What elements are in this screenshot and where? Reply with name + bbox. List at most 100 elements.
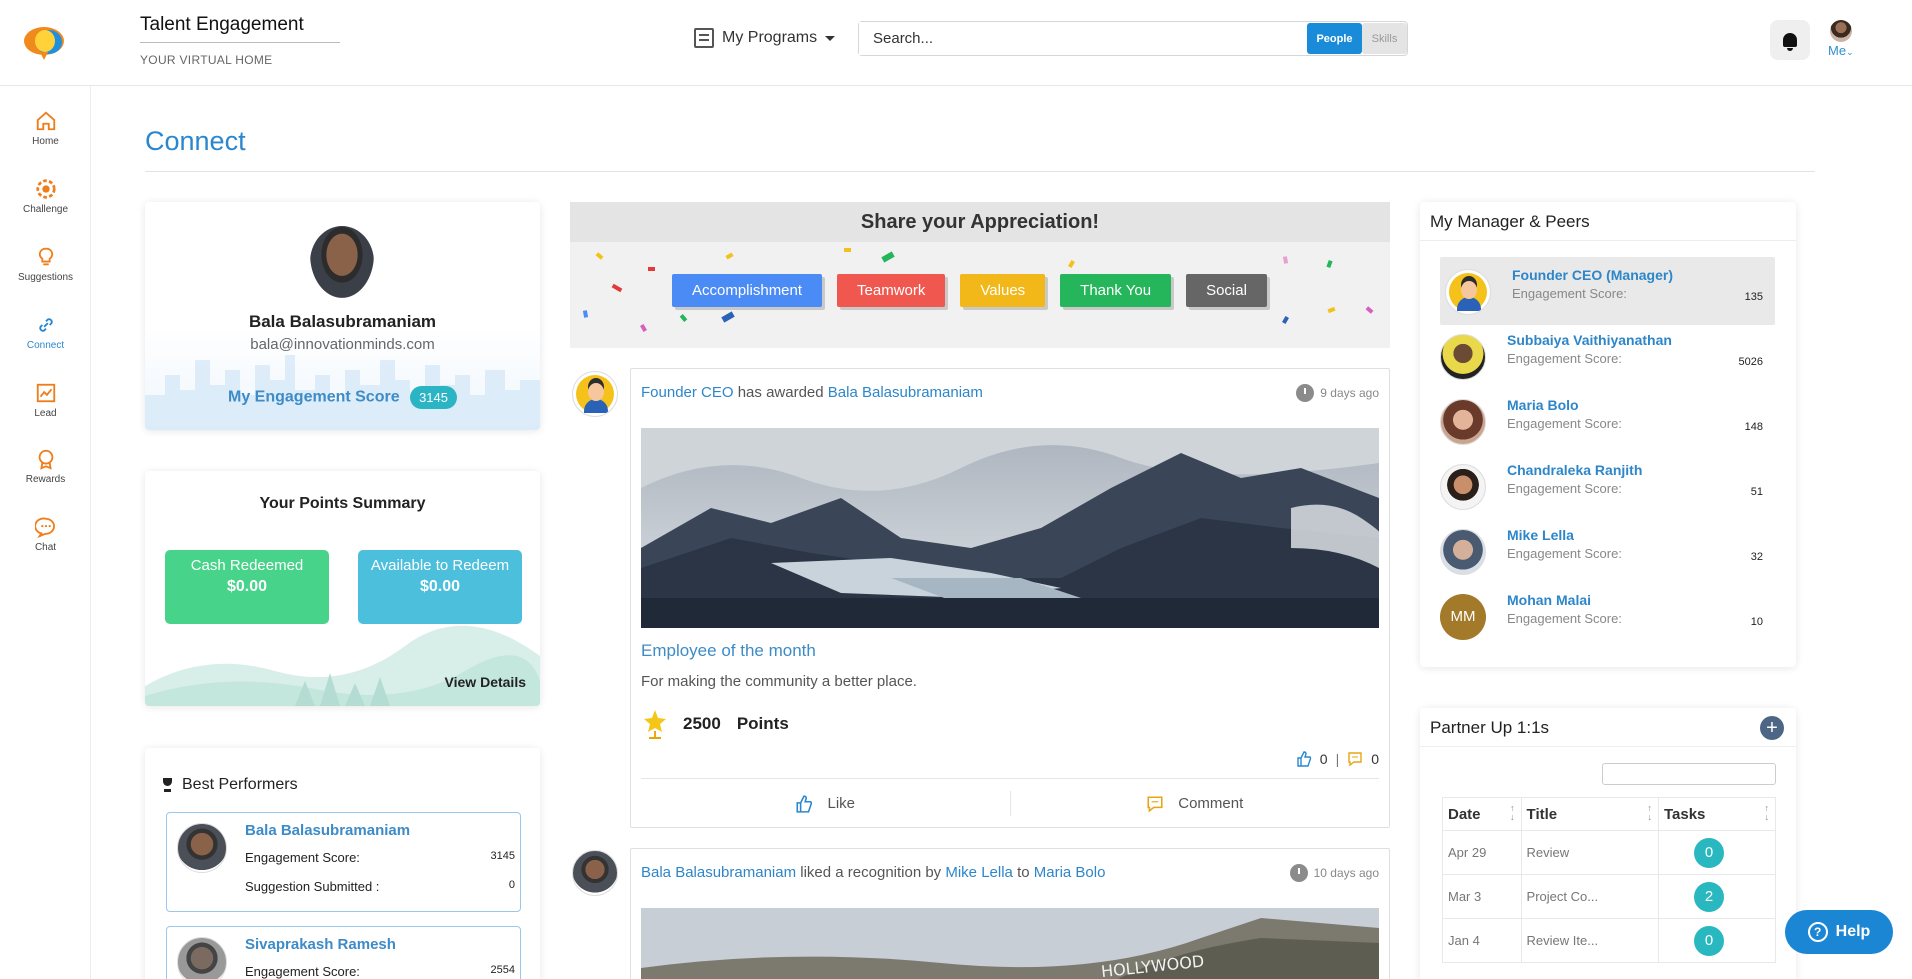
performer-score-row: Engagement Score: 3145 bbox=[245, 850, 515, 865]
profile-email: bala@innovationminds.com bbox=[250, 336, 435, 353]
post-actor-link[interactable]: Bala Balasubramaniam bbox=[641, 864, 796, 881]
search-input[interactable] bbox=[859, 22, 1299, 55]
peer-name[interactable]: Subbaiya Vaithiyanathan bbox=[1507, 332, 1672, 348]
people-toggle[interactable]: People bbox=[1307, 23, 1362, 54]
add-button[interactable]: + bbox=[1760, 716, 1784, 740]
post-image-mountain-glacier[interactable] bbox=[641, 428, 1379, 628]
column-header-tasks[interactable]: Tasks ↑ ↓ bbox=[1657, 797, 1777, 831]
help-label: Help bbox=[1835, 923, 1871, 940]
partner-filter-input[interactable] bbox=[1602, 763, 1776, 785]
performer-name[interactable]: Bala Balasubramaniam bbox=[245, 822, 410, 839]
thumbs-up-icon bbox=[796, 794, 813, 813]
post-by-link[interactable]: Mike Lella bbox=[945, 864, 1013, 881]
cash-redeemed-label: Cash Redeemed bbox=[190, 557, 304, 574]
post-timestamp: 9 days ago bbox=[1296, 384, 1379, 402]
like-button[interactable]: Like bbox=[641, 779, 1010, 828]
me-menu[interactable]: Me⌄ bbox=[1828, 20, 1854, 58]
table-row[interactable]: Mar 3 Project Co... 2 bbox=[1442, 874, 1777, 919]
peer-score: 148 bbox=[1744, 421, 1763, 433]
peer-item[interactable]: Chandraleka Ranjith Engagement Score: 51 bbox=[1440, 452, 1775, 520]
sidebar-item-connect[interactable]: Connect bbox=[0, 314, 91, 351]
sidebar-item-rewards[interactable]: Rewards bbox=[0, 448, 91, 485]
peer-item[interactable]: Founder CEO (Manager) Engagement Score: … bbox=[1440, 257, 1775, 325]
peer-item[interactable]: Maria Bolo Engagement Score: 148 bbox=[1440, 387, 1775, 455]
tasks-badge[interactable]: 2 bbox=[1693, 881, 1724, 912]
sidebar-item-label: Home bbox=[32, 136, 59, 147]
skills-toggle[interactable]: Skills bbox=[1362, 23, 1407, 54]
peer-item[interactable]: Mike Lella Engagement Score: 32 bbox=[1440, 517, 1775, 585]
share-appreciation-panel: Share your Appreciation! Accomplishment … bbox=[570, 202, 1390, 348]
column-header-date[interactable]: Date ↑ ↓ bbox=[1442, 797, 1522, 831]
sidebar-item-label: Chat bbox=[34, 542, 57, 553]
values-button[interactable]: Values bbox=[960, 274, 1046, 307]
avatar bbox=[1440, 334, 1486, 380]
engagement-score: My Engagement Score 3145 bbox=[145, 386, 540, 409]
search-bar: People Skills bbox=[858, 21, 1408, 56]
profile-avatar[interactable] bbox=[310, 226, 374, 298]
trophy-icon bbox=[161, 778, 174, 792]
sidebar-item-chat[interactable]: Chat bbox=[0, 516, 91, 553]
post-actor-link[interactable]: Founder CEO bbox=[641, 384, 734, 401]
bulb-icon bbox=[38, 247, 53, 266]
avatar bbox=[1440, 464, 1486, 510]
table-row[interactable]: Apr 29 Review 0 bbox=[1442, 830, 1777, 875]
confetti bbox=[1068, 259, 1075, 269]
thank-you-button[interactable]: Thank You bbox=[1060, 274, 1172, 307]
sidebar-item-label: Challenge bbox=[22, 204, 69, 215]
comment-icon bbox=[1348, 752, 1362, 767]
sidebar-item-home[interactable]: Home bbox=[0, 110, 91, 147]
available-to-redeem-box[interactable]: Available to Redeem $0.00 bbox=[358, 550, 522, 624]
post-target-link[interactable]: Bala Balasubramaniam bbox=[828, 384, 983, 401]
post-image-hollywood-hills[interactable]: HOLLYWOOD bbox=[641, 908, 1379, 979]
sidebar-item-label: Lead bbox=[34, 408, 57, 419]
peer-name[interactable]: Mohan Malai bbox=[1507, 592, 1591, 608]
confetti bbox=[1326, 260, 1333, 268]
accomplishment-button[interactable]: Accomplishment bbox=[672, 274, 823, 307]
teamwork-button[interactable]: Teamwork bbox=[837, 274, 946, 307]
sidebar-item-lead[interactable]: Lead bbox=[0, 382, 91, 419]
peer-name[interactable]: Founder CEO (Manager) bbox=[1512, 267, 1673, 283]
tasks-badge[interactable]: 0 bbox=[1693, 837, 1724, 868]
confetti bbox=[640, 323, 647, 333]
sidebar-item-challenge[interactable]: Challenge bbox=[0, 178, 91, 215]
post-time-text: 9 days ago bbox=[1320, 386, 1379, 400]
column-label: Title bbox=[1526, 805, 1558, 823]
help-button[interactable]: ? Help bbox=[1785, 910, 1893, 954]
avatar bbox=[177, 823, 227, 873]
performer-card[interactable]: Sivaprakash Ramesh Engagement Score: 255… bbox=[166, 926, 521, 979]
notifications-button[interactable] bbox=[1770, 20, 1810, 60]
hills-illustration bbox=[145, 625, 540, 706]
sidebar-item-suggestions[interactable]: Suggestions bbox=[0, 246, 91, 283]
table-row[interactable]: Jan 4 Review Ite... 0 bbox=[1442, 918, 1777, 963]
column-header-title[interactable]: Title ↑ ↓ bbox=[1520, 797, 1659, 831]
my-programs-dropdown[interactable]: My Programs bbox=[694, 28, 836, 48]
peer-name[interactable]: Maria Bolo bbox=[1507, 397, 1579, 413]
performer-name[interactable]: Sivaprakash Ramesh bbox=[245, 936, 396, 953]
peer-item[interactable]: Subbaiya Vaithiyanathan Engagement Score… bbox=[1440, 322, 1775, 390]
document-icon bbox=[694, 28, 714, 48]
confetti bbox=[648, 267, 655, 271]
post-actions: Like Comment bbox=[641, 778, 1379, 828]
peer-name[interactable]: Mike Lella bbox=[1507, 527, 1574, 543]
app-logo[interactable] bbox=[22, 22, 68, 62]
social-button[interactable]: Social bbox=[1186, 274, 1267, 307]
ceo-avatar-illustration bbox=[576, 375, 614, 413]
avatar[interactable] bbox=[572, 371, 618, 417]
post-header: Bala Balasubramaniam liked a recognition… bbox=[641, 864, 1105, 881]
post-target-link[interactable]: Maria Bolo bbox=[1034, 864, 1106, 881]
view-details-link[interactable]: View Details bbox=[445, 674, 526, 690]
confetti bbox=[611, 283, 623, 293]
tasks-badge[interactable]: 0 bbox=[1693, 925, 1724, 956]
engagement-score-label: Engagement Score: bbox=[245, 850, 360, 865]
ceo-avatar-illustration bbox=[1449, 273, 1487, 311]
cash-redeemed-box[interactable]: Cash Redeemed $0.00 bbox=[165, 550, 329, 624]
peer-name[interactable]: Chandraleka Ranjith bbox=[1507, 462, 1642, 478]
avatar[interactable] bbox=[572, 850, 618, 896]
divider bbox=[145, 171, 1815, 172]
comment-button[interactable]: Comment bbox=[1009, 791, 1380, 816]
feed-post: Founder CEO has awarded Bala Balasubrama… bbox=[630, 368, 1390, 828]
avatar bbox=[1445, 269, 1491, 315]
peer-item[interactable]: MM Mohan Malai Engagement Score: 10 bbox=[1440, 582, 1775, 650]
performer-card[interactable]: Bala Balasubramaniam Engagement Score: 3… bbox=[166, 812, 521, 912]
table-header-row: Date ↑ ↓ Title ↑ ↓ Tasks ↑ ↓ bbox=[1442, 797, 1777, 831]
